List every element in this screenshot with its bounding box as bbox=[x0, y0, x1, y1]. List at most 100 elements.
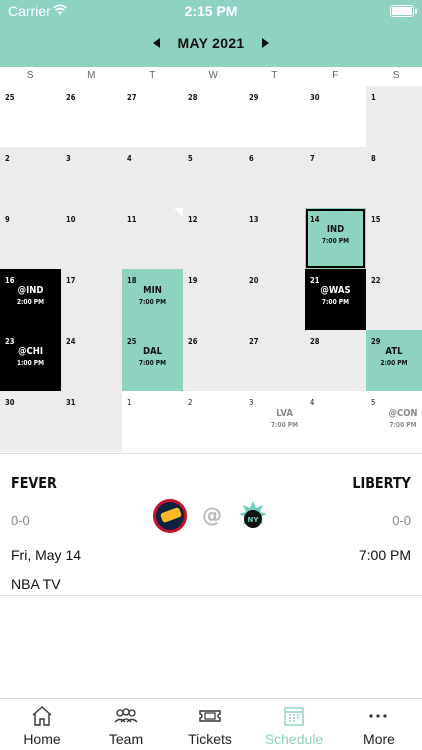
game-time: 7:00 PM bbox=[138, 359, 167, 367]
game-day-cell[interactable]: 23 @CHI 1:00 PM bbox=[0, 330, 61, 391]
day-number: 17 bbox=[66, 276, 76, 285]
calendar-day-cell[interactable]: 6 bbox=[244, 147, 305, 208]
calendar-day-cell[interactable]: 4 bbox=[305, 391, 366, 452]
calendar-day-cell[interactable]: 26 bbox=[61, 86, 122, 147]
calendar-day-cell[interactable]: 9 bbox=[0, 208, 61, 269]
calendar-day-cell[interactable]: 25 bbox=[0, 86, 61, 147]
next-month-button[interactable] bbox=[258, 36, 272, 50]
game-day-cell[interactable]: 29 ATL 2:00 PM bbox=[366, 330, 422, 391]
day-number: 11 bbox=[127, 215, 137, 224]
people-icon bbox=[114, 708, 138, 723]
day-number: 22 bbox=[371, 276, 381, 285]
calendar-day-cell[interactable]: 12 bbox=[183, 208, 244, 269]
calendar-day-cell[interactable]: 11 bbox=[122, 208, 183, 269]
calendar-day-cell[interactable]: 30 bbox=[0, 391, 61, 452]
day-number: 10 bbox=[66, 215, 76, 224]
calendar-day-cell[interactable]: 10 bbox=[61, 208, 122, 269]
day-number: 21 bbox=[310, 276, 320, 285]
game-time: 2:00 PM bbox=[16, 298, 45, 306]
house-icon bbox=[32, 706, 52, 726]
game-opponent: @CON bbox=[388, 408, 418, 419]
calendar-day-cell[interactable]: 28 bbox=[183, 86, 244, 147]
calendar-day-cell[interactable]: 24 bbox=[61, 330, 122, 391]
calendar-day-cell[interactable]: 1 bbox=[122, 391, 183, 452]
away-team-record: 0-0 bbox=[11, 513, 30, 528]
calendar-day-cell[interactable]: 28 bbox=[305, 330, 366, 391]
tab-tickets[interactable]: Tickets bbox=[168, 699, 252, 750]
game-day-cell[interactable]: 21 @WAS 7:00 PM bbox=[305, 269, 366, 330]
game-opponent: @CHI bbox=[17, 346, 44, 357]
day-number: 23 bbox=[5, 337, 15, 346]
day-number: 7 bbox=[310, 154, 315, 163]
calendar-day-cell[interactable]: 15 bbox=[366, 208, 422, 269]
tab-label: More bbox=[363, 731, 395, 747]
svg-text:NY: NY bbox=[248, 516, 260, 524]
weekday-label: T bbox=[149, 70, 156, 81]
calendar-grid: 25 26 27 28 29 30 1 2 3 4 5 6 7 8 9 10 1… bbox=[0, 86, 422, 453]
today-marker bbox=[174, 208, 183, 217]
calendar-day-cell[interactable]: 31 bbox=[61, 391, 122, 452]
game-day-cell[interactable]: 18 MIN 7:00 PM bbox=[122, 269, 183, 330]
calendar-day-cell[interactable]: 1 bbox=[366, 86, 422, 147]
calendar-icon bbox=[284, 707, 304, 726]
tab-home[interactable]: Home bbox=[0, 699, 84, 750]
calendar-day-cell[interactable]: 5 bbox=[183, 147, 244, 208]
game-time: 7:00 PM bbox=[270, 421, 299, 429]
calendar-day-cell[interactable]: 7 bbox=[305, 147, 366, 208]
game-day-cell-selected[interactable]: 14 IND 7:00 PM bbox=[305, 208, 366, 269]
game-date: Fri, May 14 bbox=[11, 547, 82, 563]
game-time: 7:00 PM bbox=[321, 298, 350, 306]
calendar-day-cell[interactable]: 13 bbox=[244, 208, 305, 269]
calendar-day-cell[interactable]: 29 bbox=[244, 86, 305, 147]
game-time: 2:00 PM bbox=[380, 359, 408, 367]
game-detail-panel[interactable]: FEVER LIBERTY 0-0 0-0 @ NY Fri, May 14 7… bbox=[0, 453, 422, 596]
day-number: 16 bbox=[5, 276, 15, 285]
day-number: 4 bbox=[127, 154, 132, 163]
weekday-label: M bbox=[87, 70, 96, 81]
game-time: 7:00 PM bbox=[138, 298, 167, 306]
day-number: 30 bbox=[310, 93, 320, 102]
caret-right-icon bbox=[262, 38, 269, 48]
game-day-cell[interactable]: 5 @CON 7:00 PM bbox=[366, 391, 422, 452]
day-number: 28 bbox=[188, 93, 198, 102]
game-time: 7:00 PM bbox=[389, 421, 417, 429]
weekday-label: S bbox=[392, 70, 401, 81]
weekday-label: W bbox=[208, 70, 219, 81]
calendar-day-cell[interactable]: 17 bbox=[61, 269, 122, 330]
calendar-day-cell[interactable]: 8 bbox=[366, 147, 422, 208]
calendar-day-cell[interactable]: 3 bbox=[61, 147, 122, 208]
calendar-day-cell[interactable]: 2 bbox=[183, 391, 244, 452]
month-navigator: MAY 2021 bbox=[0, 30, 422, 56]
calendar-day-cell[interactable]: 20 bbox=[244, 269, 305, 330]
tab-schedule[interactable]: Schedule bbox=[252, 699, 336, 750]
day-number: 2 bbox=[188, 398, 193, 407]
game-opponent: MIN bbox=[143, 285, 162, 296]
day-number: 25 bbox=[127, 337, 137, 346]
calendar-day-cell[interactable]: 4 bbox=[122, 147, 183, 208]
calendar-day-cell[interactable]: 26 bbox=[183, 330, 244, 391]
calendar-day-cell[interactable]: 27 bbox=[244, 330, 305, 391]
game-day-cell[interactable]: 3 LVA 7:00 PM bbox=[244, 391, 305, 452]
day-number: 15 bbox=[371, 215, 381, 224]
status-bar: Carrier 2:15 PM bbox=[0, 0, 422, 22]
calendar-day-cell[interactable]: 27 bbox=[122, 86, 183, 147]
day-number: 5 bbox=[188, 154, 193, 163]
weekday-label: T bbox=[271, 70, 278, 81]
calendar-day-cell[interactable]: 2 bbox=[0, 147, 61, 208]
calendar-day-cell[interactable]: 19 bbox=[183, 269, 244, 330]
game-day-cell[interactable]: 16 @IND 2:00 PM bbox=[0, 269, 61, 330]
tab-more[interactable]: More bbox=[336, 699, 422, 750]
day-number: 4 bbox=[310, 398, 315, 407]
day-number: 27 bbox=[127, 93, 137, 102]
ellipsis-icon bbox=[369, 714, 387, 718]
status-time: 2:15 PM bbox=[184, 3, 238, 19]
game-time: 7:00 PM bbox=[321, 237, 350, 245]
game-day-cell[interactable]: 25 DAL 7:00 PM bbox=[122, 330, 183, 391]
calendar-day-cell[interactable]: 22 bbox=[366, 269, 422, 330]
day-number: 30 bbox=[5, 398, 15, 407]
weekday-label: F bbox=[332, 70, 339, 81]
liberty-logo: NY bbox=[239, 501, 267, 528]
tab-team[interactable]: Team bbox=[84, 699, 168, 750]
calendar-day-cell[interactable]: 30 bbox=[305, 86, 366, 147]
day-number: 28 bbox=[310, 337, 320, 346]
